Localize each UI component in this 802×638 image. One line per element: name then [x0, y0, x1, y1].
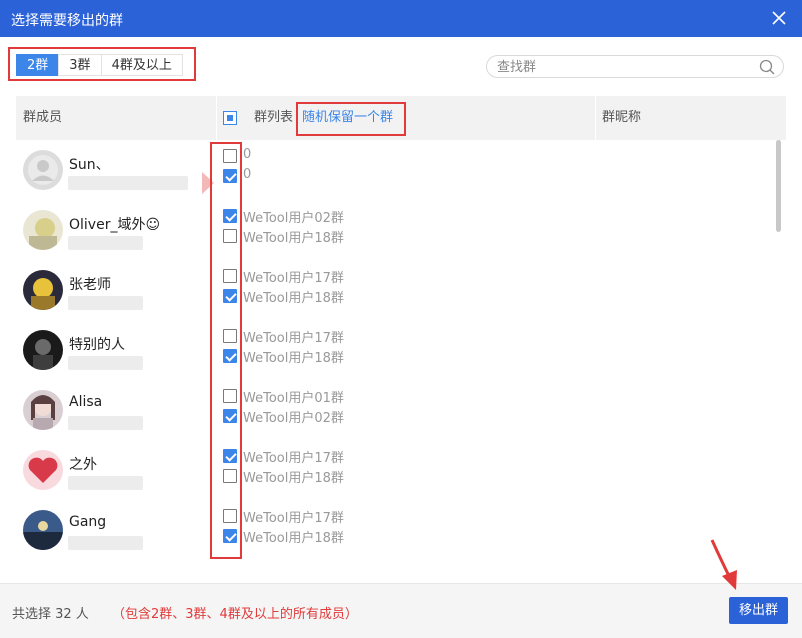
checkbox-column-highlight [210, 142, 242, 559]
group-label: WeTool用户17群 [243, 331, 344, 346]
group-option: WeTool用户01群 [223, 386, 383, 406]
group-label: WeTool用户18群 [243, 291, 344, 306]
member-name: 之外 [69, 457, 97, 473]
group-count-tabs: 2群 3群 4群及以上 [16, 54, 183, 76]
member-name: 特别的人 [69, 337, 125, 353]
selection-note: （包含2群、3群、4群及以上的所有成员） [112, 607, 358, 622]
selected-count: 共选择 32 人 [12, 607, 89, 622]
member-name: 张老师 [69, 277, 111, 293]
tabs-highlight-box: 2群 3群 4群及以上 [8, 47, 196, 81]
group-option: 0 [223, 166, 383, 186]
select-all-checkbox[interactable] [223, 111, 237, 125]
group-option: WeTool用户17群 [223, 266, 383, 286]
table-row: 之外 WeTool用户17群 WeTool用户18群 [16, 440, 776, 500]
close-icon[interactable] [770, 9, 788, 27]
group-option: WeTool用户17群 [223, 506, 383, 526]
group-option: WeTool用户02群 [223, 406, 383, 426]
random-keep-link[interactable]: 随机保留一个群 [302, 108, 393, 128]
table-row: Oliver_域外☺ WeTool用户02群 WeTool用户18群 [16, 200, 776, 260]
blurred-wechat-id [68, 356, 143, 370]
tab-4-plus-groups[interactable]: 4群及以上 [100, 54, 183, 76]
blurred-wechat-id [68, 536, 143, 550]
avatar [23, 210, 63, 250]
avatar [23, 270, 63, 310]
group-option: WeTool用户17群 [223, 446, 383, 466]
group-label: WeTool用户18群 [243, 231, 344, 246]
member-name: Oliver_域外☺ [69, 217, 161, 233]
member-name: Gang [69, 514, 107, 530]
col-divider [216, 96, 217, 140]
table-row: 特别的人 WeTool用户17群 WeTool用户18群 [16, 320, 776, 380]
group-label: WeTool用户18群 [243, 351, 344, 366]
group-option: WeTool用户18群 [223, 226, 383, 246]
col-nickname-header: 群昵称 [602, 110, 642, 125]
group-label: WeTool用户17群 [243, 451, 344, 466]
blurred-wechat-id [68, 296, 143, 310]
move-out-button[interactable]: 移出群 [729, 597, 788, 624]
group-option: WeTool用户17群 [223, 326, 383, 346]
table-row: Gang WeTool用户17群 WeTool用户18群 [16, 500, 776, 560]
group-option: WeTool用户18群 [223, 526, 383, 546]
table-row: 张老师 WeTool用户17群 WeTool用户18群 [16, 260, 776, 320]
avatar [23, 390, 63, 430]
group-label: 0 [243, 167, 252, 182]
group-label: WeTool用户18群 [243, 531, 344, 546]
col-groups-header: 群列表 [254, 110, 294, 125]
blurred-wechat-id [68, 176, 188, 190]
search-input[interactable] [497, 58, 752, 76]
col-members-header: 群成员 [23, 110, 63, 125]
group-label: WeTool用户02群 [243, 411, 344, 426]
title-bar: 选择需要移出的群 [0, 0, 802, 37]
tab-2-groups[interactable]: 2群 [16, 54, 60, 76]
tab-3-groups[interactable]: 3群 [58, 54, 102, 76]
search-icon[interactable] [759, 59, 775, 75]
footer: 共选择 32 人 （包含2群、3群、4群及以上的所有成员） [0, 583, 802, 638]
search-box [486, 55, 784, 78]
blurred-wechat-id [68, 416, 143, 430]
avatar [23, 510, 63, 550]
group-option: WeTool用户18群 [223, 466, 383, 486]
group-option: WeTool用户18群 [223, 286, 383, 306]
group-label: WeTool用户17群 [243, 271, 344, 286]
avatar [23, 330, 63, 370]
group-option: WeTool用户18群 [223, 346, 383, 366]
group-label: WeTool用户18群 [243, 471, 344, 486]
col-divider [595, 96, 596, 140]
group-label: WeTool用户01群 [243, 391, 344, 406]
heart-avatar-icon [23, 450, 63, 490]
member-name: Alisa [69, 394, 103, 410]
member-name: Sun、 [69, 157, 110, 173]
table-row: Alisa WeTool用户01群 WeTool用户02群 [16, 380, 776, 440]
group-label: WeTool用户17群 [243, 511, 344, 526]
vertical-scrollbar[interactable] [776, 140, 781, 232]
default-avatar-icon [23, 150, 63, 190]
group-label: 0 [243, 147, 252, 162]
window-title: 选择需要移出的群 [11, 13, 123, 29]
red-arrow-icon [710, 539, 737, 590]
blurred-wechat-id [68, 236, 143, 250]
group-label: WeTool用户02群 [243, 211, 344, 226]
group-option: 0 [223, 146, 383, 166]
table-row: Sun、 0 0 [16, 140, 776, 200]
blurred-wechat-id [68, 476, 143, 490]
group-option: WeTool用户02群 [223, 206, 383, 226]
